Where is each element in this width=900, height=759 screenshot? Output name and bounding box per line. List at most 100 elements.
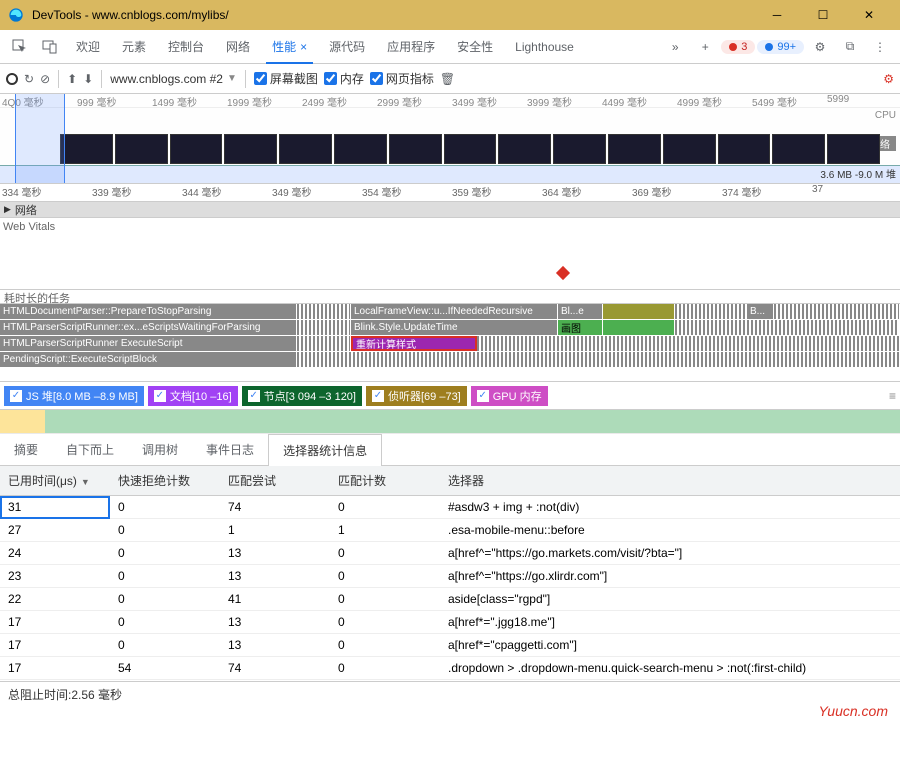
kebab-icon[interactable]: ⋮ xyxy=(866,33,894,61)
memory-chart xyxy=(0,410,900,434)
sort-desc-icon: ▼ xyxy=(81,477,90,487)
cpu-label: CPU xyxy=(875,110,896,121)
minimize-button[interactable]: ─ xyxy=(754,0,800,30)
chevron-down-icon: ▼ xyxy=(227,73,237,84)
chips-menu-icon[interactable]: ≡ xyxy=(889,389,896,403)
window-titlebar: DevTools - www.cnblogs.com/mylibs/ ─ ☐ ✕ xyxy=(0,0,900,30)
webvitals-checkbox[interactable]: 网页指标 xyxy=(370,70,434,87)
chip-nodes[interactable]: ✓节点[3 094 –3 120] xyxy=(242,386,362,406)
subtab-calltree[interactable]: 调用树 xyxy=(128,434,192,465)
col-selector[interactable]: 选择器 xyxy=(440,466,900,496)
tab-console[interactable]: 控制台 xyxy=(158,30,214,64)
flame-bar[interactable] xyxy=(297,336,351,351)
chip-gpu[interactable]: ✓GPU 内存 xyxy=(471,386,548,406)
flame-bar[interactable] xyxy=(603,304,675,319)
col-matches[interactable]: 匹配计数 xyxy=(330,466,440,496)
table-row[interactable]: 1754740.dropdown > .dropdown-menu.quick-… xyxy=(0,657,900,680)
footer-blocking-time: 总阻止时间:2.56 毫秒 xyxy=(0,681,900,707)
flame-bar[interactable] xyxy=(675,320,900,335)
tab-performance[interactable]: 性能× xyxy=(262,30,317,64)
flame-bar[interactable] xyxy=(774,304,900,319)
col-attempts[interactable]: 匹配尝试 xyxy=(220,466,330,496)
subtab-summary[interactable]: 摘要 xyxy=(0,434,52,465)
flame-bar[interactable]: LocalFrameView::u...IfNeededRecursive xyxy=(351,304,558,319)
timeline-ticks: 4Q0 毫秒999 毫秒1499 毫秒1999 毫秒2499 毫秒2999 毫秒… xyxy=(0,94,900,108)
table-row[interactable]: 240130a[href^="https://go.markets.com/vi… xyxy=(0,542,900,565)
capture-settings-icon[interactable]: ⚙ xyxy=(883,72,894,86)
flame-bar[interactable] xyxy=(297,352,900,367)
tab-sources[interactable]: 源代码 xyxy=(319,30,375,64)
screenshot-checkbox[interactable]: 屏幕截图 xyxy=(254,70,318,87)
timeline-overview[interactable]: 4Q0 毫秒999 毫秒1499 毫秒1999 毫秒2499 毫秒2999 毫秒… xyxy=(0,94,900,184)
flame-bar[interactable] xyxy=(603,320,675,335)
timeline-selection[interactable] xyxy=(15,94,65,183)
tab-security[interactable]: 安全性 xyxy=(447,30,503,64)
close-tab-icon[interactable]: × xyxy=(300,40,307,54)
table-row[interactable]: 170130a[href*=".jgg18.me"] xyxy=(0,611,900,634)
selector-stats-table[interactable]: 已用时间(μs)▼ 快速拒绝计数 匹配尝试 匹配计数 选择器 310740#as… xyxy=(0,466,900,681)
flame-bar[interactable] xyxy=(297,320,351,335)
flame-bar[interactable]: PendingScript::ExecuteScriptBlock xyxy=(0,352,297,367)
settings-icon[interactable]: ⚙ xyxy=(806,33,834,61)
table-row[interactable]: 230130a[href^="https://go.xlirdr.com"] xyxy=(0,565,900,588)
close-button[interactable]: ✕ xyxy=(846,0,892,30)
chip-docs[interactable]: ✓文档[10 –16] xyxy=(148,386,238,406)
save-button[interactable]: ⬇ xyxy=(83,72,93,86)
performance-toolbar: ↻ ⊘ ⬆ ⬇ www.cnblogs.com #2 ▼ 屏幕截图 内存 网页指… xyxy=(0,64,900,94)
tab-welcome[interactable]: 欢迎 xyxy=(66,30,110,64)
heap-chart xyxy=(0,165,900,183)
load-button[interactable]: ⬆ xyxy=(67,72,77,86)
flame-bar[interactable]: HTMLParserScriptRunner::ex...eScriptsWai… xyxy=(0,320,297,335)
tab-application[interactable]: 应用程序 xyxy=(377,30,445,64)
table-row[interactable]: 170130a[href*="cpaggetti.com"] xyxy=(0,634,900,657)
flame-bar[interactable] xyxy=(675,304,747,319)
flame-bar[interactable]: HTMLParserScriptRunner ExecuteScript xyxy=(0,336,297,351)
issues-badge[interactable]: 99+ xyxy=(757,40,804,54)
clear-button[interactable]: ⊘ xyxy=(40,72,50,86)
flame-bar[interactable]: Bl...e xyxy=(558,304,603,319)
new-tab-icon[interactable]: + xyxy=(691,33,719,61)
network-track-header[interactable]: ▶网络 xyxy=(0,202,900,218)
flame-bar[interactable]: HTMLDocumentParser::PrepareToStopParsing xyxy=(0,304,297,319)
device-toggle-icon[interactable] xyxy=(36,33,64,61)
col-reject[interactable]: 快速拒绝计数 xyxy=(110,466,220,496)
memory-checkbox[interactable]: 内存 xyxy=(324,70,364,87)
detach-icon[interactable]: ⧉ xyxy=(836,33,864,61)
trash-button[interactable]: 🗑 xyxy=(440,72,455,86)
detail-subtabs: 摘要 自下而上 调用树 事件日志 选择器统计信息 xyxy=(0,434,900,466)
table-row[interactable]: 310740#asdw3 + img + :not(div) xyxy=(0,496,900,519)
flame-bar[interactable]: Blink.Style.UpdateTime xyxy=(351,320,558,335)
subtab-eventlog[interactable]: 事件日志 xyxy=(192,434,268,465)
edge-icon xyxy=(8,7,24,23)
tab-elements[interactable]: 元素 xyxy=(112,30,156,64)
table-row[interactable]: 220410aside[class="rgpd"] xyxy=(0,588,900,611)
error-badge[interactable]: 3 xyxy=(721,40,755,54)
recording-selector[interactable]: www.cnblogs.com #2 ▼ xyxy=(110,72,237,86)
flame-chart[interactable]: HTMLDocumentParser::PrepareToStopParsing… xyxy=(0,304,900,382)
tab-lighthouse[interactable]: Lighthouse xyxy=(505,30,584,64)
filmstrip xyxy=(60,134,880,164)
memory-chips: ✓JS 堆[8.0 MB –8.9 MB] ✓文档[10 –16] ✓节点[3 … xyxy=(0,382,900,410)
webvitals-marker[interactable] xyxy=(556,266,570,280)
chip-listeners[interactable]: ✓侦听器[69 –73] xyxy=(366,386,467,406)
chip-jsheap[interactable]: ✓JS 堆[8.0 MB –8.9 MB] xyxy=(4,386,144,406)
reload-button[interactable]: ↻ xyxy=(24,72,34,86)
flame-bar[interactable]: 画图 xyxy=(558,320,603,335)
table-row[interactable]: 27011.esa-mobile-menu::before xyxy=(0,519,900,542)
subtab-bottomup[interactable]: 自下而上 xyxy=(52,434,128,465)
tab-network[interactable]: 网络 xyxy=(216,30,260,64)
detail-ruler: 334 毫秒339 毫秒344 毫秒349 毫秒354 毫秒359 毫秒364 … xyxy=(0,184,900,202)
flame-bar[interactable] xyxy=(477,336,900,351)
record-button[interactable] xyxy=(6,73,18,85)
subtab-selectorstats[interactable]: 选择器统计信息 xyxy=(268,434,382,466)
webvitals-track: Web Vitals xyxy=(0,218,900,290)
flame-bar[interactable]: B... xyxy=(747,304,774,319)
more-tabs-icon[interactable]: » xyxy=(661,33,689,61)
maximize-button[interactable]: ☐ xyxy=(800,0,846,30)
flame-bar[interactable] xyxy=(297,304,351,319)
flame-bar-selected[interactable]: 重新计算样式 xyxy=(351,336,477,351)
inspect-icon[interactable] xyxy=(6,33,34,61)
longtasks-label: 耗时长的任务 xyxy=(0,290,900,304)
heap-range-label: 3.6 MB -9.0 M 堆 xyxy=(820,166,896,181)
col-elapsed[interactable]: 已用时间(μs)▼ xyxy=(0,466,110,496)
